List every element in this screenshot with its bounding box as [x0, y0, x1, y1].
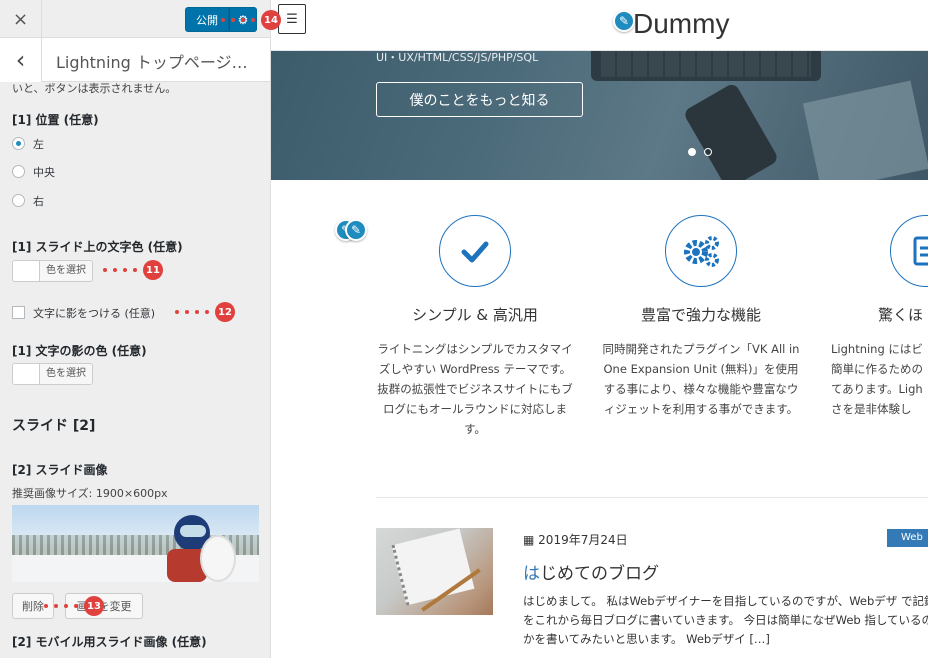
feature-description: ライトニングはシンプルでカスタマイズしやすい WordPress テーマです。抜…	[377, 342, 573, 436]
annotation-dot	[221, 18, 225, 22]
document-icon	[890, 215, 928, 287]
gears-icon	[665, 215, 737, 287]
feature-title: 驚くほ	[878, 306, 924, 324]
annotation-dot	[54, 604, 58, 608]
annotation-badge: 12	[215, 302, 235, 322]
feature-amazing: 驚くほ Lightning にはビ簡単に作るための てあります。Ligh さを是…	[827, 215, 928, 419]
hamburger-icon: ☰	[286, 11, 298, 27]
annotation-12: 12	[175, 302, 235, 322]
edit-pencil-icon[interactable]: ✎	[613, 10, 635, 32]
color-swatch	[13, 261, 40, 281]
feature-title: 豊富で強力な機能	[640, 306, 761, 324]
feature-description: 同時開発されたプラグイン「VK All in One Expansion Uni…	[602, 342, 800, 416]
hero-slider: UI・UX/HTML/CSS/JS/PHP/SQL 僕のことをもっと知る	[271, 51, 928, 180]
annotation-dot	[74, 604, 78, 608]
radio-center[interactable]	[12, 165, 25, 178]
chevron-left-icon: ‹	[15, 46, 26, 74]
content-divider	[376, 497, 928, 498]
hero-button[interactable]: 僕のことをもっと知る	[376, 82, 583, 117]
text-color-label: [1] スライド上の文字色 (任意)	[12, 240, 183, 254]
position-option-left[interactable]: 左	[12, 136, 44, 152]
position-label: [1] 位置 (任意)	[12, 113, 99, 127]
site-header: ☰ ✎ Dummy	[271, 0, 928, 51]
site-preview: UI・UX/HTML/CSS/JS/PHP/SQL 僕のことをもっと知る ☰ ✎…	[271, 0, 928, 658]
annotation-dot	[175, 310, 179, 314]
shadow-option[interactable]: 文字に影をつける (任意)	[12, 305, 155, 321]
feature-title: シンプル & 高汎用	[412, 306, 538, 324]
post-excerpt: はじめまして。 私はWebデザイナーを目指しているのですが、Webデザ で記録を…	[523, 594, 928, 646]
hero-paper-graphic	[802, 80, 928, 180]
slide-image-preview	[12, 505, 259, 582]
close-button[interactable]: ×	[0, 0, 42, 38]
annotation-13: 13	[44, 596, 104, 616]
feature-description: Lightning にはビ簡単に作るための てあります。Ligh さを是非体験し	[831, 342, 923, 416]
shadow-color-picker[interactable]: 色を選択	[12, 363, 93, 385]
position-option-center[interactable]: 中央	[12, 164, 55, 180]
color-swatch	[13, 364, 40, 384]
annotation-dot	[231, 18, 235, 22]
section-title-bar: ‹ Lightning トップページ…	[0, 38, 270, 82]
annotation-dot	[185, 310, 189, 314]
post-date: ▦ 2019年7月24日	[523, 533, 628, 547]
mobile-image-label: [2] モバイル用スライド画像 (任意)	[12, 635, 207, 649]
select-color-label: 色を選択	[46, 265, 86, 276]
post-title[interactable]: はじめてのブログ	[523, 559, 659, 584]
slider-dot-1[interactable]	[688, 148, 696, 156]
menu-button[interactable]: ☰	[278, 4, 306, 34]
annotation-dot	[123, 268, 127, 272]
annotation-dot	[241, 18, 245, 22]
feature-simple: シンプル & 高汎用 ライトニングはシンプルでカスタマイズしやすい WordPr…	[375, 215, 575, 439]
calendar-icon: ▦	[523, 533, 535, 547]
check-icon	[439, 215, 511, 287]
annotation-badge: 13	[84, 596, 104, 616]
annotation-dot	[103, 268, 107, 272]
select-color-label: 色を選択	[46, 368, 86, 379]
shadow-checkbox[interactable]	[12, 306, 25, 319]
radio-right[interactable]	[12, 194, 25, 207]
annotation-badge: 14	[261, 10, 281, 30]
feature-powerful: 豊富で強力な機能 同時開発されたプラグイン「VK All in One Expa…	[601, 215, 801, 419]
recommended-size: 推奨画像サイズ: 1900×600px	[12, 487, 168, 500]
radio-left[interactable]	[12, 137, 25, 150]
edit-shortcuts: ✎ ✎	[335, 219, 367, 241]
annotation-dot	[64, 604, 68, 608]
text-color-picker[interactable]: 色を選択	[12, 260, 93, 282]
annotation-14: 14	[221, 10, 281, 30]
annotation-dot	[133, 268, 137, 272]
hero-subtitle: UI・UX/HTML/CSS/JS/PHP/SQL	[376, 51, 539, 64]
back-button[interactable]: ‹	[0, 38, 42, 82]
post-thumbnail[interactable]	[376, 528, 493, 615]
section-title: Lightning トップページ…	[56, 53, 248, 72]
annotation-dot	[44, 604, 48, 608]
annotation-11: 11	[103, 260, 163, 280]
hero-keyboard-graphic	[601, 51, 811, 77]
annotation-dot	[205, 310, 209, 314]
annotation-badge: 11	[143, 260, 163, 280]
position-option-right[interactable]: 右	[12, 193, 44, 209]
customizer-sidebar: × 公開 ⚙ ‹ Lightning トップページ… いと、ボタンは表示されませ…	[0, 0, 271, 658]
truncated-note: いと、ボタンは表示されません。	[12, 82, 177, 95]
notebook-graphic	[391, 528, 475, 606]
slider-dot-2[interactable]	[704, 148, 712, 156]
slide-image-label: [2] スライド画像	[12, 463, 108, 477]
post-category-badge[interactable]: Web	[887, 529, 928, 547]
annotation-dot	[113, 268, 117, 272]
annotation-dot	[195, 310, 199, 314]
hero-phone-graphic	[682, 82, 780, 180]
slide2-heading: スライド [2]	[12, 418, 96, 434]
edit-pencil-icon[interactable]: ✎	[345, 219, 367, 241]
annotation-dot	[251, 18, 255, 22]
site-title[interactable]: ✎ Dummy	[613, 8, 729, 40]
close-icon: ×	[12, 8, 29, 30]
shadow-color-label: [1] 文字の影の色 (任意)	[12, 344, 147, 358]
